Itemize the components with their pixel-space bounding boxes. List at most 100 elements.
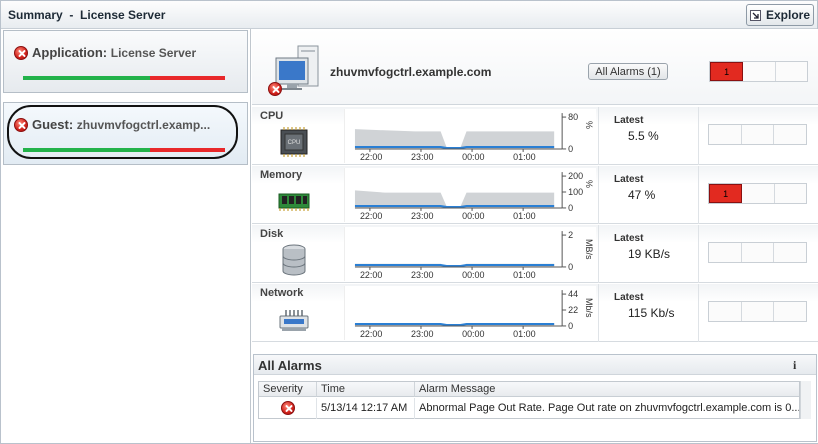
host-header: zhuvmvfogctrl.example.com All Alarms (1)…	[252, 29, 818, 105]
card-subtitle: zhuvmvfogctrl.examp...	[76, 118, 211, 132]
table-row-message[interactable]: Abnormal Page Out Rate. Page Out rate on…	[415, 398, 799, 419]
scrollbar[interactable]	[800, 381, 811, 419]
svg-text:CPU: CPU	[288, 140, 301, 146]
x-tick-label: 00:00	[462, 329, 484, 339]
title-bar: Summary - License Server Explore	[1, 1, 817, 29]
metric-label: Disk	[260, 228, 284, 240]
series-line	[354, 322, 555, 326]
warning-count	[741, 302, 775, 321]
guest-card[interactable]: Guest: zhuvmvfogctrl.examp...	[3, 102, 248, 165]
x-tick-label: 23:00	[411, 329, 433, 339]
column-header-severity[interactable]: Severity	[259, 382, 317, 397]
all-alarms-panel: All Alarms i Severity Time Alarm Message…	[253, 354, 817, 442]
health-bar	[23, 76, 225, 80]
x-tick-label: 01:00	[513, 270, 535, 280]
warning-count	[741, 125, 775, 144]
explore-label: Explore	[765, 8, 810, 22]
application-card[interactable]: Application: License Server	[3, 30, 248, 93]
host-name: zhuvmvfogctrl.example.com	[330, 65, 492, 79]
latest-value: 115 Kb/s	[628, 306, 675, 320]
x-tick-label: 01:00	[513, 329, 535, 339]
latest-label: Latest	[614, 174, 644, 185]
x-tick-label: 22:00	[360, 329, 382, 339]
table-row-severity[interactable]	[259, 398, 317, 419]
disk-metric-row[interactable]: Disk 22:00 23:00 00:00 01:00 2 0 MB/s Latest 1…	[252, 225, 818, 283]
x-tick-label: 22:00	[360, 270, 382, 280]
y-tick-label: 0	[568, 203, 573, 213]
network-icon	[279, 310, 309, 331]
card-title: Guest:	[32, 117, 74, 132]
critical-count	[709, 243, 742, 262]
warning-count	[743, 62, 776, 81]
critical-count: 1	[709, 184, 743, 203]
fatal-count	[774, 125, 807, 144]
fatal-count	[775, 62, 807, 81]
y-tick-label: 44	[568, 289, 578, 299]
latest-value: 47 %	[628, 188, 656, 202]
memory-metric-row[interactable]: Memory 22:00 23:00 00:00 01:00 200 100 0% Late…	[252, 166, 818, 224]
column-header-time[interactable]: Time	[317, 382, 415, 397]
latest-label: Latest	[614, 292, 644, 303]
right-panel: zhuvmvfogctrl.example.com All Alarms (1)…	[252, 29, 818, 443]
alarms-title: All Alarms	[258, 358, 322, 373]
x-tick-label: 00:00	[462, 270, 484, 280]
x-tick-label: 01:00	[513, 152, 535, 162]
network-chart: 22:00 23:00 00:00 01:00 44 22 0 Mb/s	[344, 286, 596, 340]
latest-value: 19 KB/s	[628, 247, 671, 261]
card-subtitle: License Server	[110, 46, 197, 60]
series-line	[354, 145, 555, 149]
left-panel: Application: License Server Guest: zhuvm…	[2, 29, 251, 443]
y-tick-label: 0	[568, 321, 573, 331]
cpu-icon: CPU	[280, 127, 308, 157]
table-row-time[interactable]: 5/13/14 12:17 AM	[317, 398, 415, 419]
y-unit-label: MB/s	[584, 239, 594, 260]
summary-window: Summary - License Server Explore Applica…	[0, 0, 818, 444]
cpu-chart: 22:00 23:00 00:00 01:00 80 0%	[344, 109, 596, 163]
severity-counter[interactable]: 1	[708, 183, 807, 204]
y-tick-label: 200	[568, 171, 583, 181]
fatal-count	[774, 302, 807, 321]
y-tick-label: 0	[568, 262, 573, 272]
critical-count	[709, 125, 742, 144]
y-unit-label: %	[584, 180, 594, 188]
critical-count	[709, 302, 742, 321]
y-tick-label: 100	[568, 187, 583, 197]
y-tick-label: 0	[568, 144, 573, 154]
metric-label: Memory	[260, 169, 303, 181]
y-unit-label: Mb/s	[584, 298, 594, 318]
all-alarms-button[interactable]: All Alarms (1)	[588, 63, 668, 80]
x-tick-label: 00:00	[462, 211, 484, 221]
network-metric-row[interactable]: Network 22:00 23:00 00:00 01:00 44 22 0 Mb/s La…	[252, 284, 818, 342]
severity-counter[interactable]: 1	[709, 61, 808, 82]
memory-icon	[278, 193, 310, 211]
y-tick-label: 2	[568, 230, 573, 240]
y-tick-label: 80	[568, 112, 578, 122]
latest-label: Latest	[614, 233, 644, 244]
latest-value: 5.5 %	[628, 129, 659, 143]
explore-icon	[749, 9, 761, 21]
fatal-count	[774, 184, 806, 203]
x-tick-label: 23:00	[411, 211, 433, 221]
cpu-metric-row[interactable]: CPU CPU 22:00 23:00 00:00 01:00 80 0% Latest …	[252, 107, 818, 165]
severity-counter[interactable]	[708, 124, 807, 145]
health-bar	[23, 148, 225, 152]
critical-status-icon	[14, 46, 28, 60]
x-tick-label: 01:00	[513, 211, 535, 221]
series-line	[354, 204, 555, 208]
critical-status-icon	[14, 118, 28, 132]
severity-counter[interactable]	[708, 301, 807, 322]
explore-button[interactable]: Explore	[746, 4, 814, 26]
y-unit-label: %	[584, 121, 594, 129]
critical-count: 1	[710, 62, 744, 81]
severity-counter[interactable]	[708, 242, 807, 263]
warning-count	[741, 243, 775, 262]
critical-status-icon	[268, 82, 282, 96]
disk-icon	[282, 244, 306, 276]
alarms-table: Severity Time Alarm Message 5/13/14 12:1…	[258, 381, 800, 419]
series-line	[354, 263, 555, 267]
metric-label: CPU	[260, 110, 284, 122]
card-title: Application:	[32, 45, 108, 60]
column-header-message[interactable]: Alarm Message	[415, 382, 799, 397]
x-tick-label: 22:00	[360, 211, 382, 221]
info-icon[interactable]: i	[793, 358, 796, 373]
